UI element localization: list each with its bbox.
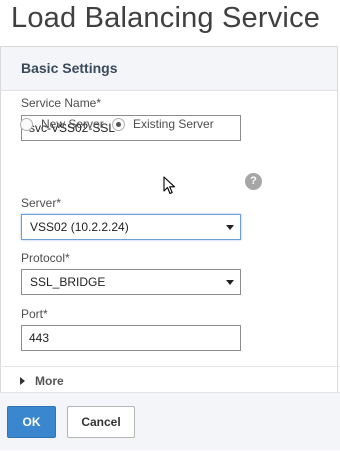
panel-title: Basic Settings <box>21 60 118 76</box>
port-label: Port* <box>21 307 48 321</box>
mouse-pointer-icon <box>163 176 176 195</box>
protocol-select-value: SSL_BRIDGE <box>30 275 106 289</box>
chevron-down-icon <box>226 225 234 230</box>
existing-server-label[interactable]: Existing Server <box>133 117 214 131</box>
protocol-select[interactable]: SSL_BRIDGE <box>21 269 241 295</box>
protocol-label: Protocol* <box>21 251 70 265</box>
server-label: Server* <box>21 196 62 210</box>
server-select-value: VSS02 (10.2.2.24) <box>30 220 129 234</box>
port-input[interactable] <box>21 325 241 351</box>
page-title: Load Balancing Service <box>11 2 321 34</box>
new-server-label[interactable]: New Server <box>41 117 104 131</box>
cancel-button[interactable]: Cancel <box>67 406 135 438</box>
panel-header: Basic Settings <box>1 47 337 91</box>
ok-button[interactable]: OK <box>7 406 56 438</box>
server-select[interactable]: VSS02 (10.2.2.24) <box>21 214 241 240</box>
help-icon[interactable]: ? <box>245 173 262 190</box>
more-label: More <box>35 374 64 388</box>
service-name-label: Service Name* <box>21 96 102 110</box>
chevron-down-icon <box>226 280 234 285</box>
new-server-radio[interactable] <box>20 118 33 131</box>
chevron-right-icon <box>20 377 25 385</box>
existing-server-radio[interactable] <box>112 118 125 131</box>
